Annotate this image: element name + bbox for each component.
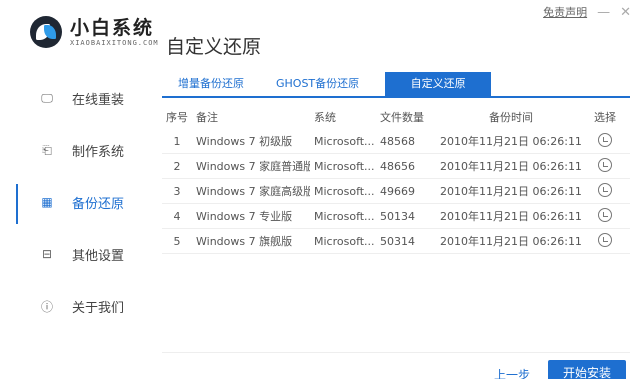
footer-divider <box>162 352 630 353</box>
sidebar-item-label: 在线重装 <box>72 92 125 108</box>
page-title: 自定义还原 <box>166 36 262 58</box>
row-count: 48568 <box>380 134 415 148</box>
table-row[interactable]: 3 Windows 7 家庭高级版 Microsoft... 49669 201… <box>162 179 630 204</box>
sidebar-item-make-system[interactable]: ⎗ 制作系统 <box>0 124 150 176</box>
logo-icon <box>30 16 62 48</box>
sidebar-item-label: 关于我们 <box>72 300 125 316</box>
row-note: Windows 7 家庭普通版 <box>196 160 310 173</box>
disclaimer-link[interactable]: 免责声明 <box>543 4 587 20</box>
row-no: 5 <box>173 234 181 248</box>
row-no: 3 <box>173 184 181 198</box>
row-no: 2 <box>173 159 181 173</box>
start-install-button[interactable]: 开始安装 <box>548 360 626 379</box>
restore-icon[interactable] <box>598 132 612 147</box>
row-no: 1 <box>173 134 181 148</box>
restore-icon[interactable] <box>598 157 612 172</box>
row-count: 48656 <box>380 159 415 173</box>
grid-icon: ▦ <box>41 195 53 209</box>
brand-subtitle: XIAOBAIXITONG.COM <box>70 39 159 47</box>
restore-icon[interactable] <box>598 207 612 222</box>
sidebar-item-other-settings[interactable]: ⊟ 其他设置 <box>0 228 150 280</box>
table-row[interactable]: 1 Windows 7 初级版 Microsoft... 48568 2010年… <box>162 129 630 154</box>
sidebar-item-label: 备份还原 <box>72 196 125 212</box>
window-controls: 免责声明 — ✕ <box>543 4 631 20</box>
row-system: Microsoft... <box>314 209 375 223</box>
tab-ghost-backup[interactable]: GHOST备份还原 <box>260 72 375 96</box>
previous-step-button[interactable]: 上一步 <box>494 366 530 379</box>
minimize-button[interactable]: — <box>597 6 610 19</box>
tab-custom-restore[interactable]: 自定义还原 <box>385 72 492 96</box>
restore-icon[interactable] <box>598 182 612 197</box>
header-system: 系统 <box>314 110 336 124</box>
header-note: 备注 <box>196 110 218 124</box>
backup-table: 序号 备注 系统 文件数量 备份时间 选择 1 Windows 7 初级版 Mi… <box>162 104 630 254</box>
row-note: Windows 7 旗舰版 <box>196 235 293 248</box>
row-note: Windows 7 家庭高级版 <box>196 185 310 198</box>
row-note: Windows 7 专业版 <box>196 210 293 223</box>
usb-icon: ⎗ <box>42 142 52 157</box>
table-header: 序号 备注 系统 文件数量 备份时间 选择 <box>162 104 630 129</box>
briefcase-icon: ⊟ <box>41 247 53 261</box>
header-no: 序号 <box>166 110 188 124</box>
row-time: 2010年11月21日 06:26:11 <box>440 210 582 223</box>
header-select: 选择 <box>594 110 616 124</box>
row-time: 2010年11月21日 06:26:11 <box>440 185 582 198</box>
tab-incremental-backup[interactable]: 增量备份还原 <box>162 72 260 96</box>
sidebar: 🖵 在线重装 ⎗ 制作系统 ▦ 备份还原 ⊟ 其他设置 ⓘ 关于我们 <box>0 72 150 332</box>
row-count: 49669 <box>380 184 415 198</box>
table-row[interactable]: 5 Windows 7 旗舰版 Microsoft... 50314 2010年… <box>162 229 630 254</box>
restore-icon[interactable] <box>598 232 612 247</box>
table-row[interactable]: 2 Windows 7 家庭普通版 Microsoft... 48656 201… <box>162 154 630 179</box>
row-no: 4 <box>173 209 181 223</box>
sidebar-item-label: 制作系统 <box>72 144 125 160</box>
row-time: 2010年11月21日 06:26:11 <box>440 160 582 173</box>
row-system: Microsoft... <box>314 184 375 198</box>
row-time: 2010年11月21日 06:26:11 <box>440 235 582 248</box>
sidebar-item-label: 其他设置 <box>72 248 125 264</box>
header-count: 文件数量 <box>380 110 424 124</box>
row-system: Microsoft... <box>314 134 375 148</box>
sidebar-item-backup-restore[interactable]: ▦ 备份还原 <box>0 176 150 228</box>
row-count: 50134 <box>380 209 415 223</box>
brand-name: 小白系统 <box>70 17 155 39</box>
row-note: Windows 7 初级版 <box>196 135 293 148</box>
info-icon: ⓘ <box>40 299 53 314</box>
table-row[interactable]: 4 Windows 7 专业版 Microsoft... 50134 2010年… <box>162 204 630 229</box>
header-time: 备份时间 <box>489 110 533 124</box>
row-count: 50314 <box>380 234 415 248</box>
row-system: Microsoft... <box>314 234 375 248</box>
row-time: 2010年11月21日 06:26:11 <box>440 135 582 148</box>
sidebar-item-about[interactable]: ⓘ 关于我们 <box>0 280 150 332</box>
brand-logo: 小白系统 XIAOBAIXITONG.COM <box>30 16 159 48</box>
row-system: Microsoft... <box>314 159 375 173</box>
close-button[interactable]: ✕ <box>620 6 631 19</box>
sidebar-item-online-install[interactable]: 🖵 在线重装 <box>0 72 150 124</box>
tab-bar: 增量备份还原 GHOST备份还原 自定义还原 <box>162 72 630 98</box>
monitor-icon: 🖵 <box>41 90 53 105</box>
